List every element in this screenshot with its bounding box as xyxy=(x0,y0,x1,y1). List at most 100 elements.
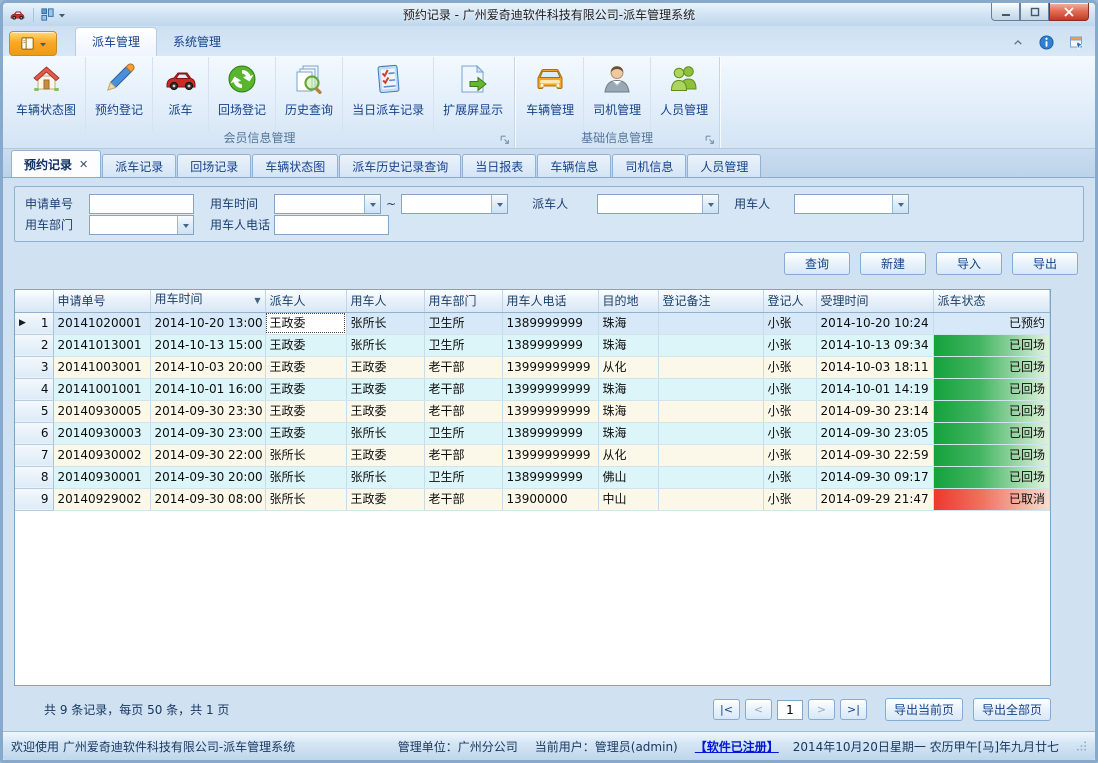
grid-cell-dispatch-status[interactable]: 已取消 xyxy=(933,488,1050,510)
grid-cell-destination[interactable]: 从化 xyxy=(598,356,658,378)
grid-cell-registrant[interactable]: 小张 xyxy=(763,334,816,356)
caret-down-icon[interactable] xyxy=(58,11,66,19)
grid-cell-request-no[interactable]: 20140930003 xyxy=(53,422,150,444)
grid-cell-user-phone[interactable]: 1389999999 xyxy=(502,466,598,488)
grid-cell-user-phone[interactable]: 1389999999 xyxy=(502,422,598,444)
ribbon-button-vehicle-management[interactable]: 车辆管理 xyxy=(517,57,584,131)
grid-cell-register-note[interactable] xyxy=(658,334,763,356)
grid-cell-dispatcher[interactable]: 王政委 xyxy=(265,400,346,422)
grid-cell-request-no[interactable]: 20140929002 xyxy=(53,488,150,510)
dropdown-arrow-icon[interactable] xyxy=(702,195,718,213)
grid-cell-user-phone[interactable]: 13999999999 xyxy=(502,444,598,466)
prev-page-button[interactable]: < xyxy=(745,699,772,720)
grid-cell-destination[interactable]: 从化 xyxy=(598,444,658,466)
grid-cell-destination[interactable]: 珠海 xyxy=(598,400,658,422)
grid-cell-dispatch-status[interactable]: 已回场 xyxy=(933,378,1050,400)
doc-tab-personnel-management[interactable]: 人员管理 xyxy=(687,154,761,177)
grid-cell-dispatch-status[interactable]: 已回场 xyxy=(933,334,1050,356)
grid-cell-register-note[interactable] xyxy=(658,466,763,488)
grid-cell-accept-time[interactable]: 2014-09-30 23:14 xyxy=(816,400,933,422)
column-header-use-time[interactable]: 用车时间▼ xyxy=(150,290,265,312)
close-tab-icon[interactable]: ✕ xyxy=(79,159,88,170)
grid-cell-dispatch-status[interactable]: 已回场 xyxy=(933,444,1050,466)
grid-cell-user[interactable]: 王政委 xyxy=(346,488,424,510)
grid-cell-request-no[interactable]: 20141020001 xyxy=(53,312,150,334)
column-header-registrant[interactable]: 登记人 xyxy=(763,290,816,312)
ribbon-button-return-register[interactable]: 回场登记 xyxy=(209,57,276,131)
doc-tab-driver-info[interactable]: 司机信息 xyxy=(612,154,686,177)
user-combo[interactable] xyxy=(794,194,909,214)
grid-cell-dispatch-status[interactable]: 已回场 xyxy=(933,422,1050,444)
grid-cell-department[interactable]: 老干部 xyxy=(424,488,502,510)
grid-cell-accept-time[interactable]: 2014-10-20 10:24 xyxy=(816,312,933,334)
column-header-destination[interactable]: 目的地 xyxy=(598,290,658,312)
grid-cell-registrant[interactable]: 小张 xyxy=(763,444,816,466)
titlebar[interactable]: 预约记录 - 广州爱奇迪软件科技有限公司-派车管理系统 xyxy=(3,3,1095,26)
grid-cell-user-phone[interactable]: 1389999999 xyxy=(502,334,598,356)
grid-cell-destination[interactable]: 珠海 xyxy=(598,312,658,334)
row-header-cell[interactable]: ▶1 xyxy=(15,312,53,334)
application-menu-button[interactable] xyxy=(9,31,57,56)
ribbon-tab-dispatch-management[interactable]: 派车管理 xyxy=(75,27,157,56)
grid-cell-user-phone[interactable]: 1389999999 xyxy=(502,312,598,334)
ribbon-button-driver-management[interactable]: 司机管理 xyxy=(584,57,651,131)
doc-tab-daily-report[interactable]: 当日报表 xyxy=(462,154,536,177)
column-header-dispatch-status[interactable]: 派车状态 xyxy=(933,290,1050,312)
grid-cell-user[interactable]: 张所长 xyxy=(346,312,424,334)
column-header-user[interactable]: 用车人 xyxy=(346,290,424,312)
dropdown-arrow-icon[interactable] xyxy=(364,195,380,213)
grid-cell-register-note[interactable] xyxy=(658,356,763,378)
dropdown-arrow-icon[interactable] xyxy=(892,195,908,213)
last-page-button[interactable]: >| xyxy=(840,699,867,720)
grid-cell-register-note[interactable] xyxy=(658,312,763,334)
grid-cell-request-no[interactable]: 20141001001 xyxy=(53,378,150,400)
grid-cell-destination[interactable]: 珠海 xyxy=(598,422,658,444)
column-header-request-no[interactable]: 申请单号 xyxy=(53,290,150,312)
grid-cell-accept-time[interactable]: 2014-09-30 22:59 xyxy=(816,444,933,466)
grid-cell-user[interactable]: 王政委 xyxy=(346,356,424,378)
column-header-accept-time[interactable]: 受理时间 xyxy=(816,290,933,312)
grid-cell-department[interactable]: 老干部 xyxy=(424,400,502,422)
column-header-dispatcher[interactable]: 派车人 xyxy=(265,290,346,312)
license-registered-link[interactable]: 【软件已注册】 xyxy=(695,738,779,755)
table-row[interactable]: 2201410130012014-10-13 15:00王政委张所长卫生所138… xyxy=(15,334,1050,356)
grid-cell-use-time[interactable]: 2014-09-30 08:00 xyxy=(150,488,265,510)
export-current-page-button[interactable]: 导出当前页 xyxy=(885,698,963,721)
grid-cell-department[interactable]: 老干部 xyxy=(424,378,502,400)
use-time-to-combo[interactable] xyxy=(401,194,508,214)
grid-cell-dispatcher[interactable]: 张所长 xyxy=(265,466,346,488)
export-all-pages-button[interactable]: 导出全部页 xyxy=(973,698,1051,721)
new-button[interactable]: 新建 xyxy=(860,252,926,275)
grid-cell-use-time[interactable]: 2014-10-20 13:00 xyxy=(150,312,265,334)
grid-cell-destination[interactable]: 佛山 xyxy=(598,466,658,488)
grid-cell-use-time[interactable]: 2014-09-30 20:00 xyxy=(150,466,265,488)
table-row[interactable]: 6201409300032014-09-30 23:00王政委张所长卫生所138… xyxy=(15,422,1050,444)
grid-cell-request-no[interactable]: 20141003001 xyxy=(53,356,150,378)
chevron-up-icon[interactable] xyxy=(1011,36,1025,49)
grid-cell-registrant[interactable]: 小张 xyxy=(763,422,816,444)
grid-cell-accept-time[interactable]: 2014-09-30 23:05 xyxy=(816,422,933,444)
grid-cell-register-note[interactable] xyxy=(658,400,763,422)
ribbon-button-today-dispatch-records[interactable]: 当日派车记录 xyxy=(343,57,434,131)
grid-cell-department[interactable]: 卫生所 xyxy=(424,422,502,444)
grid-cell-destination[interactable]: 中山 xyxy=(598,488,658,510)
grid-cell-register-note[interactable] xyxy=(658,378,763,400)
skin-icon[interactable] xyxy=(1068,34,1085,50)
grid-cell-dispatcher[interactable]: 王政委 xyxy=(265,312,346,334)
grid-cell-registrant[interactable]: 小张 xyxy=(763,488,816,510)
grid-cell-dispatch-status[interactable]: 已回场 xyxy=(933,356,1050,378)
grid-cell-dispatch-status[interactable]: 已预约 xyxy=(933,312,1050,334)
ribbon-button-personnel-management[interactable]: 人员管理 xyxy=(651,57,717,131)
close-button[interactable] xyxy=(1049,3,1089,21)
first-page-button[interactable]: |< xyxy=(713,699,740,720)
table-row[interactable]: ▶1201410200012014-10-20 13:00王政委张所长卫生所13… xyxy=(15,312,1050,334)
doc-tab-dispatch-records[interactable]: 派车记录 xyxy=(102,154,176,177)
grid-cell-user-phone[interactable]: 13999999999 xyxy=(502,356,598,378)
table-row[interactable]: 8201409300012014-09-30 20:00张所长张所长卫生所138… xyxy=(15,466,1050,488)
grid-cell-user[interactable]: 王政委 xyxy=(346,444,424,466)
grid-cell-dispatch-status[interactable]: 已回场 xyxy=(933,466,1050,488)
grid-cell-register-note[interactable] xyxy=(658,422,763,444)
grid-cell-use-time[interactable]: 2014-10-03 20:00 xyxy=(150,356,265,378)
grid-cell-destination[interactable]: 珠海 xyxy=(598,334,658,356)
table-row[interactable]: 7201409300022014-09-30 22:00张所长王政委老干部139… xyxy=(15,444,1050,466)
